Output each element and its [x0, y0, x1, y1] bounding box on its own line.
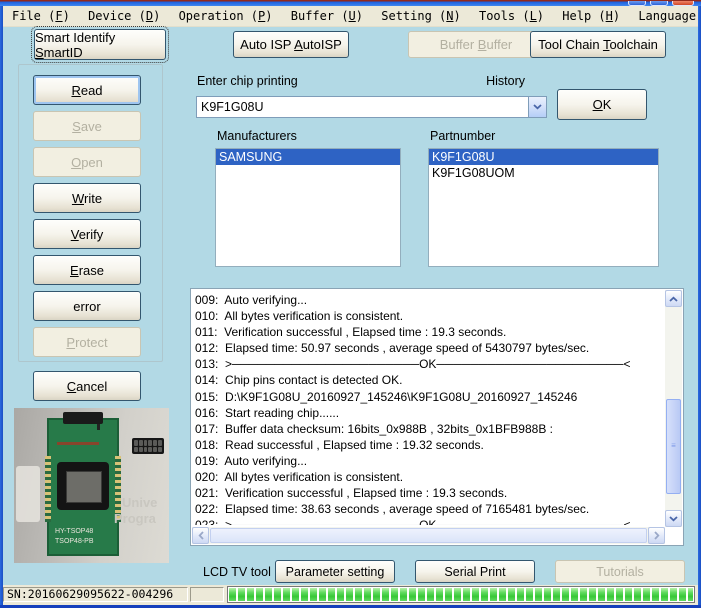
serial-number-panel: SN:20160629095622-004296	[3, 587, 188, 602]
menu-setting[interactable]: Setting (N)	[381, 6, 461, 27]
menu-file[interactable]: File (F)	[12, 6, 70, 27]
partnumber-label: Partnumber	[430, 129, 495, 143]
partnumber-list: K9F1G08U K9F1G08UOM	[428, 148, 659, 267]
log-lines: 009: Auto verifying... 010: All bytes ve…	[195, 292, 663, 525]
tool-chain-button[interactable]: Tool Chain Toolchain	[530, 31, 666, 58]
board-label: HY-TSOP48	[55, 528, 93, 536]
chip	[66, 471, 102, 503]
menu-buffer[interactable]: Buffer (U)	[291, 6, 363, 27]
parameter-setting-button[interactable]: Parameter setting	[275, 560, 395, 583]
status-bar: SN:20160629095622-004296	[3, 585, 698, 605]
menu-bar: File (F) Device (D) Operation (P) Buffer…	[3, 6, 698, 27]
menu-operation[interactable]: Operation (P)	[179, 6, 273, 27]
chevron-left-icon	[198, 531, 204, 540]
chevron-up-icon	[669, 296, 678, 302]
icsp-header	[132, 438, 164, 454]
list-item[interactable]: K9F1G08U	[429, 149, 658, 165]
open-button: Open	[33, 147, 141, 177]
manufacturers-list: SAMSUNG	[215, 148, 401, 267]
chevron-down-icon	[669, 516, 678, 522]
pin-row-left	[45, 456, 51, 522]
history-label: History	[455, 74, 525, 88]
smart-identify-button[interactable]: Smart Identify SmartID	[34, 29, 166, 60]
scroll-right-button[interactable]	[648, 527, 665, 544]
programmer-print1: Unive	[122, 496, 157, 510]
menu-language[interactable]: Language (G)	[638, 6, 701, 27]
tsop48-adapter-board: HY-TSOP48 TSOP48-PB	[47, 418, 119, 556]
hscrollbar-thumb[interactable]	[210, 528, 647, 543]
chip-combo-box[interactable]: K9F1G08U	[196, 96, 547, 118]
log-output[interactable]: 009: Auto verifying... 010: All bytes ve…	[190, 288, 684, 546]
board-red-print	[57, 442, 99, 445]
cancel-button[interactable]: Cancel	[33, 371, 141, 401]
chevron-right-icon	[654, 531, 660, 540]
lcd-tv-tool-label: LCD TV tool	[203, 565, 271, 579]
ok-button[interactable]: OK	[557, 89, 647, 120]
menu-tools[interactable]: Tools (L)	[479, 6, 544, 27]
scrollbar-thumb[interactable]: ≡	[666, 399, 681, 494]
scroll-down-button[interactable]	[665, 510, 682, 527]
protect-button: Protect	[33, 327, 141, 357]
thumb-grip: ≡	[671, 444, 676, 448]
save-button: Save	[33, 111, 141, 141]
programmer-app-window: { "window": { "control_buttons": ["minim…	[0, 0, 701, 608]
auto-isp-button[interactable]: Auto ISP AutoISP	[233, 31, 349, 58]
chip-adapter-photo: HY-TSOP48 TSOP48-PB Unive Progra	[14, 408, 169, 563]
read-button[interactable]: Read	[33, 75, 141, 105]
serial-print-button[interactable]: Serial Print	[415, 560, 535, 583]
board-connector	[63, 412, 103, 424]
list-item[interactable]: SAMSUNG	[216, 149, 400, 165]
combo-dropdown-button[interactable]	[528, 97, 546, 117]
board-label2: TSOP48-PB	[55, 538, 94, 546]
enter-chip-label: Enter chip printing	[197, 74, 298, 88]
chip-socket	[57, 462, 109, 510]
vertical-scrollbar[interactable]: ≡	[665, 290, 682, 527]
tutorials-button: Tutorials	[555, 560, 685, 583]
menu-device[interactable]: Device (D)	[88, 6, 160, 27]
scroll-up-button[interactable]	[665, 290, 682, 307]
error-button[interactable]: error	[33, 291, 141, 321]
status-spacer-panel	[190, 587, 224, 602]
list-item[interactable]: K9F1G08UOM	[429, 165, 658, 181]
window-border-left	[0, 6, 3, 605]
chip-combo-value: K9F1G08U	[197, 97, 528, 117]
write-button[interactable]: Write	[33, 183, 141, 213]
chevron-down-icon	[533, 104, 542, 110]
horizontal-scrollbar[interactable]	[192, 527, 665, 544]
erase-button[interactable]: Erase	[33, 255, 141, 285]
sticker	[16, 466, 40, 522]
menu-help[interactable]: Help (H)	[562, 6, 620, 27]
programmer-print2: Progra	[114, 512, 156, 526]
scroll-left-button[interactable]	[192, 527, 209, 544]
manufacturers-label: Manufacturers	[217, 129, 297, 143]
buffer-button: Buffer Buffer	[408, 31, 544, 58]
verify-button[interactable]: Verify	[33, 219, 141, 249]
progress-bar	[227, 586, 695, 603]
progress-fill	[229, 588, 693, 601]
